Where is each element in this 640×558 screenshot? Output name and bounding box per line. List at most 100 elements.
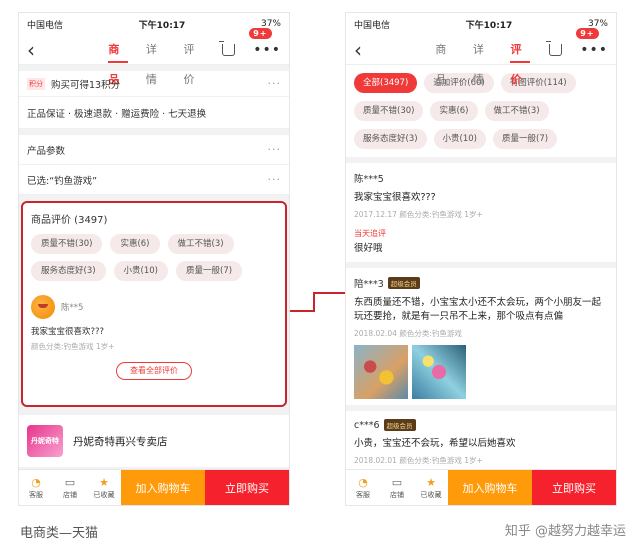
store-icon: ▭	[64, 475, 76, 489]
buy-now-button[interactable]: 立即购买	[532, 470, 616, 505]
tab-product[interactable]: 商品	[99, 35, 137, 86]
review-meta: 颜色分类:钓鱼游戏 1岁+	[31, 342, 115, 351]
watermark: 知乎 @越努力越幸运	[504, 524, 626, 539]
connector-line	[290, 310, 314, 312]
tab-details[interactable]: 详情	[464, 35, 502, 86]
bottom-bar: ◔ 客服 ▭ 店铺 ★ 已收藏 加入购物车 立即购买	[19, 469, 289, 505]
review-tag[interactable]: 实惠(6)	[430, 101, 478, 121]
params-block: 产品参数 ··· 已选:“钓鱼游戏” ···	[19, 135, 289, 195]
top-nav: ‹ 商品 详情 评价 ••• 9+	[19, 27, 289, 86]
review-item: c***6 超级会员 小贵，宝宝还不会玩，希望以后她喜欢 2018.02.01 颜…	[346, 411, 616, 472]
review-meta: 2018.02.01 颜色分类:钓鱼游戏 1岁+	[354, 456, 483, 465]
store-label: 店铺	[63, 490, 77, 499]
review-tag[interactable]: 质量不错(30)	[31, 234, 103, 254]
followup-label: 当天追评	[354, 229, 386, 238]
tab-bar: 商品 详情 评价	[99, 35, 212, 86]
vip-badge: 超级会员	[383, 419, 416, 431]
service-icon: ◔	[358, 475, 368, 489]
store-button[interactable]: ▭ 店铺	[380, 470, 414, 505]
top-nav: ‹ 商品 详情 评价 ••• 9+	[346, 27, 616, 86]
points-row[interactable]: 积分 购买可得13积分 ···	[19, 71, 289, 97]
review-meta: 2017.12.17 颜色分类:钓鱼游戏 1岁+	[354, 210, 483, 219]
view-all-reviews-button[interactable]: 查看全部评价	[116, 362, 192, 380]
reviewer: c***6 超级会员	[354, 419, 608, 431]
more-dots-icon: ···	[267, 143, 281, 156]
notification-badge: 9+	[576, 27, 599, 39]
params-label: 产品参数	[27, 145, 66, 157]
notification-badge: 9+	[249, 27, 272, 39]
review-text: 我家宝宝很喜欢???	[31, 327, 105, 337]
service-button[interactable]: ◔ 客服	[19, 470, 53, 505]
store-icon: ▭	[391, 475, 403, 489]
reviewer: 陪***3 超级会员	[354, 276, 608, 290]
clock: 下午10:17	[138, 20, 186, 31]
figure-caption: 电商类—天猫	[20, 526, 99, 541]
review-tag[interactable]: 小贵(10)	[113, 261, 168, 281]
star-icon: ★	[426, 475, 436, 489]
avatar	[31, 295, 55, 319]
selected-label: 已选:“钓鱼游戏”	[27, 175, 98, 187]
buy-now-button[interactable]: 立即购买	[205, 470, 289, 505]
review-tag[interactable]: 小贵(10)	[433, 129, 486, 149]
store-button[interactable]: ▭ 店铺	[53, 470, 87, 505]
store-label: 店铺	[390, 490, 404, 499]
services-row[interactable]: 正品保证 · 极速退款 · 赠运费险 · 七天退换	[19, 97, 289, 129]
review-tag[interactable]: 服务态度好(3)	[354, 129, 427, 149]
review-tag[interactable]: 质量不错(30)	[354, 101, 424, 121]
shop-logo: 丹妮奇特	[27, 425, 63, 457]
params-row[interactable]: 产品参数 ···	[19, 135, 289, 165]
back-icon[interactable]: ‹	[27, 40, 51, 60]
tab-product[interactable]: 商品	[426, 35, 464, 86]
more-dots-icon: ···	[267, 173, 281, 186]
favorite-button[interactable]: ★ 已收藏	[414, 470, 448, 505]
star-icon: ★	[99, 475, 109, 489]
review-item: 陪***3 超级会员 东西质量还不错，小宝宝太小还不太会玩，两个小朋友一起玩还要抢…	[346, 268, 616, 405]
more-icon[interactable]: ••• 9+	[576, 27, 608, 58]
favorite-button[interactable]: ★ 已收藏	[87, 470, 121, 505]
review-title: 商品评价 (3497)	[31, 215, 108, 226]
review-item: 陈***5 我家宝宝很喜欢??? 2017.12.17 颜色分类:钓鱼游戏 1岁…	[346, 163, 616, 262]
shop-name: 丹妮奇特再兴专卖店	[73, 435, 168, 448]
review-text: 东西质量还不错，小宝宝太小还不太会玩，两个小朋友一起玩还要抢，就是有一只吊不上来…	[354, 297, 602, 322]
right-phone-screen: 中国电信 下午10:17 37% ‹ 商品 详情 评价 ••• 9+ 全部(349…	[345, 12, 617, 506]
review-tag[interactable]: 实惠(6)	[110, 234, 160, 254]
service-label: 客服	[29, 490, 43, 499]
review-image[interactable]	[354, 345, 408, 399]
reviewer-name: 陈**5	[61, 303, 84, 313]
tab-bar: 商品 详情 评价	[426, 35, 539, 86]
reviewer-name: 陈***5	[354, 174, 384, 185]
review-tag[interactable]: 做工不错(3)	[167, 234, 234, 254]
more-icon[interactable]: ••• 9+	[249, 27, 281, 58]
shop-row[interactable]: 丹妮奇特 丹妮奇特再兴专卖店	[19, 415, 289, 467]
review-image[interactable]	[412, 345, 466, 399]
reviewer-name: 陪***3	[354, 279, 384, 290]
add-to-cart-button[interactable]: 加入购物车	[448, 470, 532, 505]
filter-all[interactable]: 全部(3497)	[354, 73, 418, 93]
review-tag[interactable]: 做工不错(3)	[484, 101, 549, 121]
review-images	[354, 345, 608, 399]
service-label: 客服	[356, 490, 370, 499]
tab-reviews[interactable]: 评价	[501, 35, 539, 86]
service-icon: ◔	[31, 475, 41, 489]
selected-row[interactable]: 已选:“钓鱼游戏” ···	[19, 165, 289, 195]
back-icon[interactable]: ‹	[354, 40, 378, 60]
connector-line	[313, 292, 345, 294]
points-tag: 积分	[27, 77, 45, 90]
reviewer-name: c***6	[354, 419, 380, 431]
tab-reviews[interactable]: 评价	[174, 35, 212, 86]
vip-badge: 超级会员	[387, 277, 420, 289]
info-block: 积分 购买可得13积分 ··· 正品保证 · 极速退款 · 赠运费险 · 七天退…	[19, 71, 289, 129]
cart-icon[interactable]	[218, 40, 236, 56]
review-meta: 2018.02.04 颜色分类:钓鱼游戏	[354, 329, 462, 338]
review-tag[interactable]: 质量一般(7)	[493, 129, 558, 149]
connector-line	[313, 292, 315, 312]
service-button[interactable]: ◔ 客服	[346, 470, 380, 505]
cart-icon[interactable]	[545, 40, 563, 56]
add-to-cart-button[interactable]: 加入购物车	[121, 470, 205, 505]
carrier: 中国电信	[27, 20, 64, 31]
services-text: 正品保证 · 极速退款 · 赠运费险 · 七天退换	[27, 108, 207, 120]
reviewer: 陈**5	[31, 295, 277, 319]
review-tag[interactable]: 服务态度好(3)	[31, 261, 106, 281]
tab-details[interactable]: 详情	[137, 35, 175, 86]
review-tag[interactable]: 质量一般(7)	[176, 261, 243, 281]
